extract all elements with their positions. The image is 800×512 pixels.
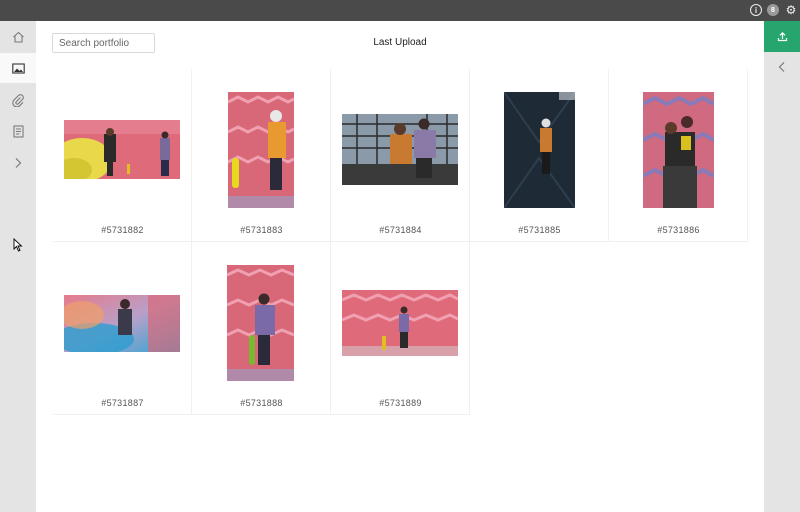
- item-id-label: #5731884: [379, 225, 422, 235]
- upload-button[interactable]: [764, 21, 800, 52]
- main-content: Last Upload #5731882: [36, 21, 764, 512]
- portfolio-item[interactable]: #5731888: [192, 242, 331, 415]
- page-title: Last Upload: [373, 37, 427, 48]
- document-icon: [12, 124, 24, 138]
- item-id-label: #5731885: [518, 225, 561, 235]
- sidebar-item-attachments[interactable]: [0, 85, 36, 115]
- portfolio-item[interactable]: #5731886: [609, 69, 748, 242]
- photo-thumbnail: [342, 290, 458, 356]
- notification-badge[interactable]: 8: [767, 4, 779, 16]
- portfolio-item[interactable]: #5731887: [53, 242, 192, 415]
- sidebar-item-documents[interactable]: [0, 116, 36, 146]
- item-id-label: #5731889: [379, 398, 422, 408]
- item-id-label: #5731886: [657, 225, 700, 235]
- home-icon: [12, 31, 24, 43]
- paperclip-icon: [11, 93, 24, 107]
- right-panel: [764, 21, 800, 512]
- item-id-label: #5731887: [101, 398, 144, 408]
- portfolio-item[interactable]: #5731882: [53, 69, 192, 242]
- info-icon[interactable]: i: [750, 4, 762, 16]
- left-sidebar: [0, 21, 36, 512]
- sidebar-item-images[interactable]: [0, 53, 36, 83]
- item-id-label: #5731888: [240, 398, 283, 408]
- photo-thumbnail: [227, 265, 294, 381]
- top-bar: i 8 ⚙: [0, 0, 800, 21]
- photo-thumbnail: [643, 92, 714, 208]
- portfolio-item[interactable]: #5731883: [192, 69, 331, 242]
- chevron-right-icon: [15, 158, 22, 168]
- chevron-left-icon: [778, 62, 785, 72]
- collapse-panel-button[interactable]: [764, 52, 800, 82]
- photo-thumbnail: [504, 92, 575, 208]
- image-icon: [11, 62, 25, 74]
- photo-thumbnail: [228, 92, 294, 208]
- portfolio-item[interactable]: #5731885: [470, 69, 609, 242]
- item-id-label: #5731882: [101, 225, 144, 235]
- mouse-cursor-icon: [13, 238, 23, 252]
- portfolio-item[interactable]: #5731884: [331, 69, 470, 242]
- photo-thumbnail: [64, 295, 180, 352]
- sidebar-item-home[interactable]: [0, 22, 36, 52]
- sidebar-item-expand[interactable]: [0, 148, 36, 178]
- upload-icon: [777, 31, 787, 42]
- portfolio-item[interactable]: #5731889: [331, 242, 470, 415]
- gear-icon[interactable]: ⚙: [785, 4, 797, 16]
- photo-thumbnail: [64, 120, 180, 179]
- item-id-label: #5731883: [240, 225, 283, 235]
- photo-thumbnail: [342, 114, 458, 185]
